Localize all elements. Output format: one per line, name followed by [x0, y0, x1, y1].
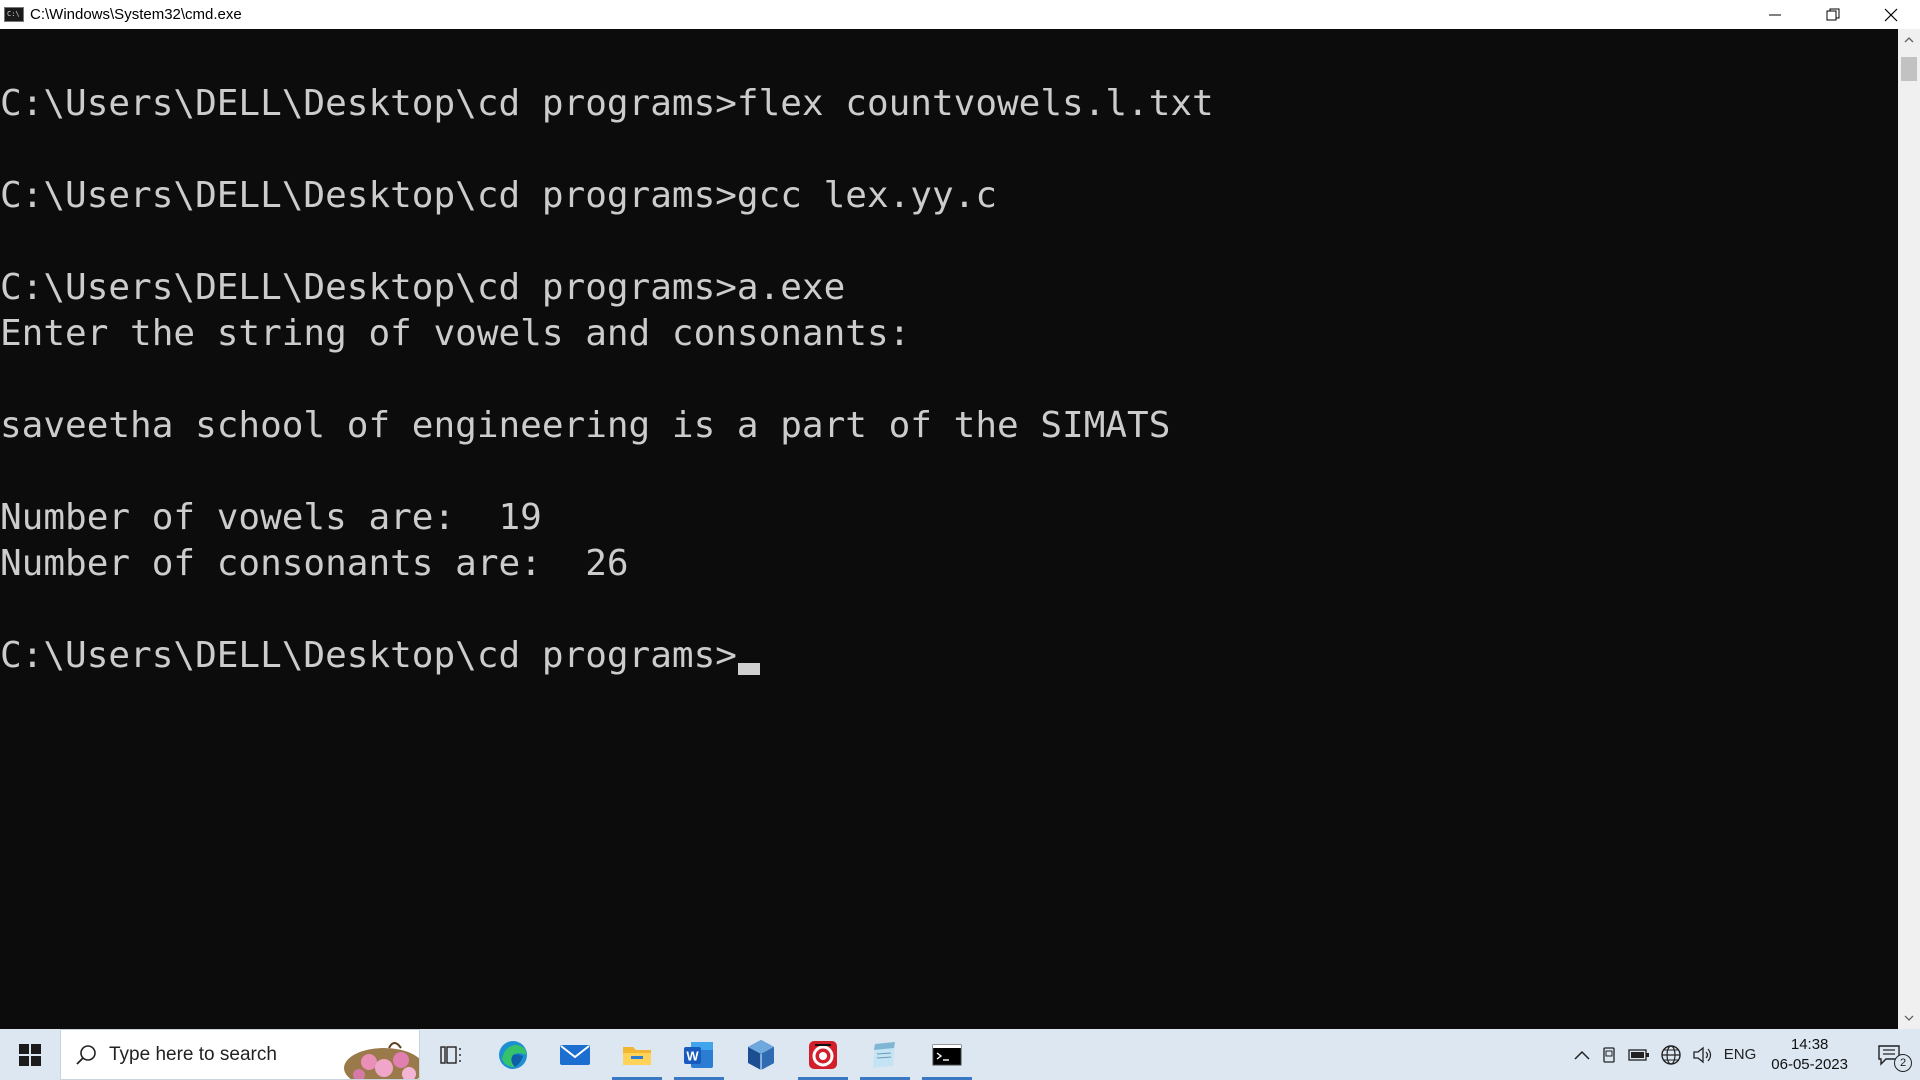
close-icon [1884, 8, 1898, 21]
notification-count-badge: 2 [1894, 1054, 1912, 1072]
app-notepad-icon [873, 1041, 895, 1068]
close-button[interactable] [1862, 0, 1920, 29]
console-line: Number of consonants are: 26 [0, 543, 629, 584]
language-indicator[interactable]: ENG [1719, 1029, 1762, 1080]
title-bar: C:\Windows\System32\cmd.exe [0, 0, 1920, 29]
minimize-icon [1769, 14, 1781, 15]
svg-text:W: W [686, 1048, 699, 1063]
tray-device-button[interactable] [1595, 1029, 1623, 1080]
language-label: ENG [1723, 1046, 1757, 1063]
taskbar-app-notepad[interactable] [854, 1029, 916, 1080]
taskbar-app-virtualbox[interactable] [730, 1029, 792, 1080]
clock[interactable]: 14:38 06-05-2023 [1761, 1035, 1858, 1075]
task-view-button[interactable] [420, 1029, 482, 1080]
task-view-icon [440, 1045, 461, 1064]
taskbar-app-file-explorer[interactable] [606, 1029, 668, 1080]
app-red-icon [809, 1040, 837, 1069]
prompt-text: C:\Users\DELL\Desktop\cd programs> [0, 635, 737, 676]
console-line: C:\Users\DELL\Desktop\cd programs>a.exe [0, 267, 846, 308]
network-button[interactable] [1655, 1029, 1687, 1080]
cmd-window-icon[interactable] [4, 7, 24, 22]
scroll-down-arrow-icon[interactable] [1898, 1007, 1920, 1029]
taskbar-search[interactable]: Type here to search [60, 1029, 420, 1080]
restore-button[interactable] [1804, 0, 1862, 29]
virtualbox-icon [748, 1039, 774, 1070]
vertical-scrollbar[interactable] [1898, 29, 1920, 1029]
windows-logo-icon [19, 1043, 41, 1066]
clock-date: 06-05-2023 [1771, 1055, 1848, 1073]
mail-icon [560, 1044, 590, 1065]
console-line: Number of vowels are: 19 [0, 497, 542, 538]
taskbar-app-edge[interactable] [482, 1029, 544, 1080]
show-hidden-icons-button[interactable] [1569, 1029, 1595, 1080]
word-icon: W [684, 1041, 713, 1068]
cmd-icon [932, 1044, 962, 1065]
edge-icon [499, 1040, 527, 1069]
prompt-line[interactable]: C:\Users\DELL\Desktop\cd programs> [0, 633, 1898, 679]
console-line: saveetha school of engineering is a part… [0, 405, 1171, 446]
globe-icon [1661, 1044, 1681, 1065]
text-cursor [737, 663, 760, 675]
scroll-up-arrow-icon[interactable] [1898, 29, 1920, 51]
search-placeholder: Type here to search [109, 1043, 277, 1065]
window-controls [1746, 0, 1920, 29]
taskbar-app-cmd[interactable] [916, 1029, 978, 1080]
taskbar-app-mail[interactable] [544, 1029, 606, 1080]
taskbar-app-red[interactable] [792, 1029, 854, 1080]
file-explorer-icon [623, 1046, 651, 1065]
console-line: Enter the string of vowels and consonant… [0, 313, 911, 354]
notification-center-button[interactable]: 2 [1858, 1029, 1920, 1080]
clock-time: 14:38 [1790, 1035, 1829, 1053]
console-output[interactable]: C:\Users\DELL\Desktop\cd programs>flex c… [0, 29, 1898, 1029]
restore-icon [1826, 8, 1840, 20]
volume-button[interactable] [1687, 1029, 1719, 1080]
chevron-up-icon [1574, 1050, 1590, 1060]
window-title: C:\Windows\System32\cmd.exe [30, 6, 242, 23]
battery-icon [1628, 1048, 1649, 1061]
device-icon [1603, 1046, 1615, 1063]
scroll-thumb[interactable] [1901, 57, 1917, 81]
start-button[interactable] [0, 1029, 60, 1080]
search-highlight-image [344, 1042, 419, 1079]
minimize-button[interactable] [1746, 0, 1804, 29]
system-tray: ENG 14:38 06-05-2023 2 [1569, 1029, 1920, 1080]
speaker-icon [1693, 1046, 1711, 1063]
battery-button[interactable] [1623, 1029, 1655, 1080]
taskbar: Type here to search W ENG 14:38 06-05-20… [0, 1029, 1920, 1080]
console-line: C:\Users\DELL\Desktop\cd programs>gcc le… [0, 175, 997, 216]
search-icon [76, 1044, 96, 1065]
taskbar-app-word[interactable]: W [668, 1029, 730, 1080]
console-line: C:\Users\DELL\Desktop\cd programs>flex c… [0, 83, 1214, 124]
